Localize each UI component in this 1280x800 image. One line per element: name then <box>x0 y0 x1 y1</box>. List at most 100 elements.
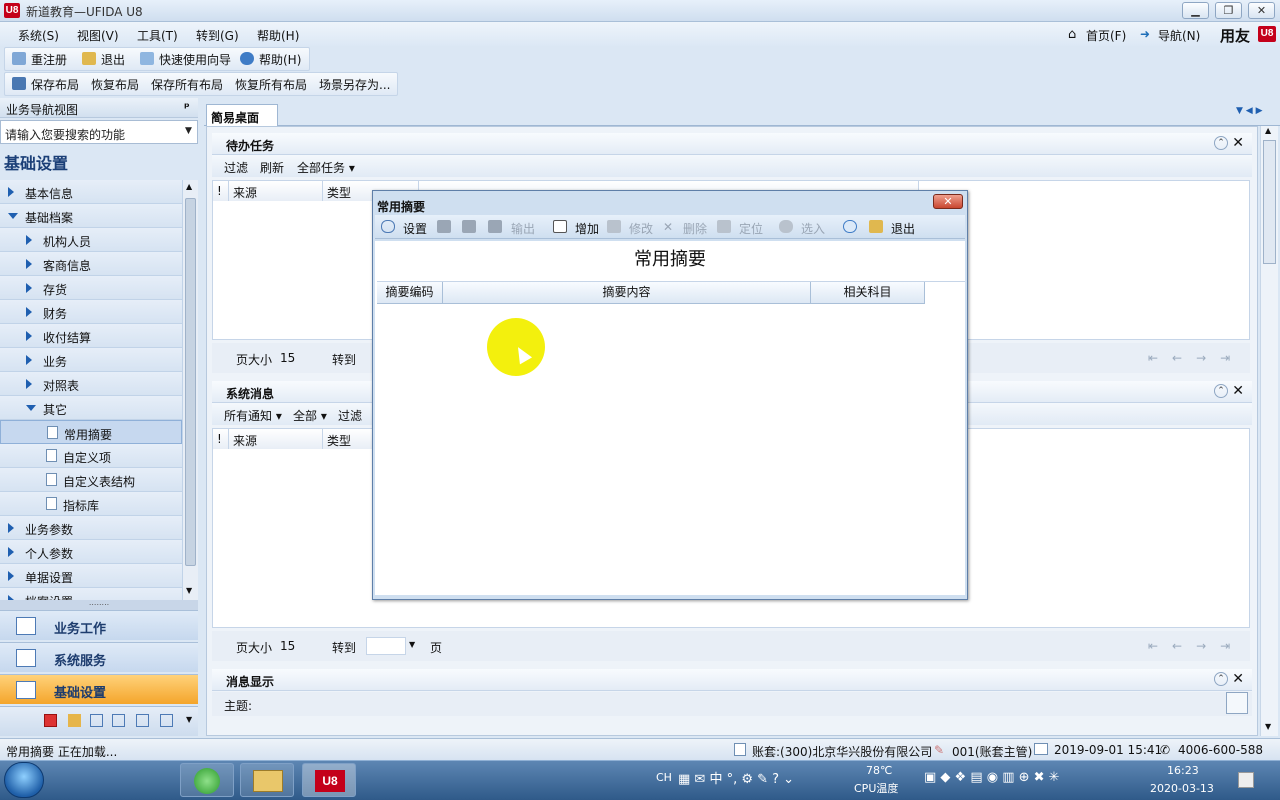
export-button[interactable]: 输出 <box>511 220 535 237</box>
col-source[interactable]: 来源 <box>229 429 323 449</box>
nav-tree-item[interactable]: 机构人员 <box>0 228 182 252</box>
nav-scroll-thumb[interactable] <box>185 198 196 566</box>
nav-tree-item[interactable]: 常用摘要 <box>0 420 182 444</box>
col-priority[interactable]: ! <box>213 429 229 449</box>
nav-tree-item[interactable]: 业务 <box>0 348 182 372</box>
select-in-button[interactable]: 选入 <box>801 220 825 237</box>
col-source[interactable]: 来源 <box>229 181 323 201</box>
edit-button[interactable]: 修改 <box>629 220 653 237</box>
collapsed-arrow-icon[interactable] <box>26 283 32 293</box>
relogin-button[interactable]: 重注册 <box>31 51 67 68</box>
taskbar-app-u8[interactable]: U8 <box>302 763 356 797</box>
nav-tree-item[interactable]: 自定义表结构 <box>0 468 182 492</box>
todo-filter-button[interactable]: 过滤 <box>224 159 248 176</box>
scroll-up-icon[interactable]: ▲ <box>186 182 192 191</box>
nav-tree-item[interactable]: 其它 <box>0 396 182 420</box>
tray-icons[interactable]: ▣ ◆ ❖ ▤ ◉ ▥ ⊕ ✖ ✳ <box>924 770 1060 785</box>
close-window-button[interactable]: ✕ <box>1248 2 1275 19</box>
menu-system[interactable]: 系统(S) <box>18 27 59 44</box>
sysmsg-filter-button[interactable]: 过滤 <box>338 407 362 424</box>
tab-list-icon[interactable]: ▼ ◀ ▶ <box>1236 106 1263 116</box>
shortcut-icon[interactable] <box>90 714 103 727</box>
locate-button[interactable]: 定位 <box>739 220 763 237</box>
menu-tools[interactable]: 工具(T) <box>137 27 178 44</box>
collapsed-arrow-icon[interactable] <box>26 331 32 341</box>
nav-system-service[interactable]: 系统服务 <box>0 642 198 672</box>
main-scroll-thumb[interactable] <box>1263 140 1276 264</box>
goto-page-select[interactable]: ▼ <box>366 637 415 655</box>
page-nav-icon[interactable]: ⇤←→⇥ <box>1148 639 1244 653</box>
scroll-down-icon[interactable]: ▼ <box>186 586 192 595</box>
nav-tree-item[interactable]: 基础档案 <box>0 204 182 228</box>
collapsed-arrow-icon[interactable] <box>26 307 32 317</box>
settings-icon[interactable] <box>1226 692 1248 714</box>
close-section-icon[interactable]: ✕ <box>1232 135 1244 151</box>
collapsed-arrow-icon[interactable] <box>8 571 14 581</box>
nav-tree-item[interactable]: 对照表 <box>0 372 182 396</box>
collapsed-arrow-icon[interactable] <box>8 547 14 557</box>
restore-button[interactable]: ❐ <box>1215 2 1242 19</box>
start-button[interactable] <box>4 762 44 798</box>
exit-button[interactable]: 退出 <box>101 51 125 68</box>
menu-view[interactable]: 视图(V) <box>77 27 119 44</box>
scroll-up-icon[interactable]: ▲ <box>1265 126 1271 135</box>
nav-tree-item[interactable]: 自定义项 <box>0 444 182 468</box>
page-nav-icon[interactable]: ⇤←→⇥ <box>1148 351 1244 365</box>
nav-scrollbar[interactable]: ▲ ▼ <box>182 180 198 600</box>
save-all-layouts-button[interactable]: 保存所有布局 <box>151 76 223 93</box>
tab-simple-desktop[interactable]: 简易桌面 ✕ <box>206 104 278 126</box>
expanded-arrow-icon[interactable] <box>8 213 18 219</box>
nav-tree-item[interactable]: 单据设置 <box>0 564 182 588</box>
navigate-link[interactable]: 导航(N) <box>1158 27 1200 44</box>
pin-icon[interactable]: ᵖ <box>184 100 190 114</box>
shortcut-icon[interactable] <box>136 714 149 727</box>
close-section-icon[interactable]: ✕ <box>1232 383 1244 399</box>
save-scene-as-button[interactable]: 场景另存为... <box>319 76 390 93</box>
todo-refresh-button[interactable]: 刷新 <box>260 159 284 176</box>
shortcut-icon[interactable] <box>112 714 125 727</box>
col-summary-content[interactable]: 摘要内容 <box>443 282 811 304</box>
dialog-close-button[interactable]: ✕ <box>933 194 963 209</box>
menu-goto[interactable]: 转到(G) <box>196 27 239 44</box>
action-center-icon[interactable] <box>1238 772 1254 788</box>
all-notices-dropdown[interactable]: 所有通知 ▾ <box>224 407 282 424</box>
dialog-exit-button[interactable]: 退出 <box>891 220 915 237</box>
input-language[interactable]: CH <box>656 771 672 784</box>
taskbar-app-browser[interactable] <box>180 763 234 797</box>
settings-button[interactable]: 设置 <box>403 220 427 237</box>
collapsed-arrow-icon[interactable] <box>26 379 32 389</box>
quick-wizard-button[interactable]: 快速使用向导 <box>159 51 231 68</box>
add-button[interactable]: 增加 <box>575 220 599 237</box>
scroll-down-icon[interactable]: ▼ <box>1265 722 1271 731</box>
nav-tree-item[interactable]: 财务 <box>0 300 182 324</box>
nav-tree-item[interactable]: 客商信息 <box>0 252 182 276</box>
nav-tree-item[interactable]: 个人参数 <box>0 540 182 564</box>
col-priority[interactable]: ! <box>213 181 229 201</box>
taskbar-app-explorer[interactable] <box>240 763 294 797</box>
print-icon[interactable] <box>437 220 451 233</box>
more-shortcuts-icon[interactable]: ▼ <box>186 715 192 724</box>
nav-tree-item[interactable]: 收付结算 <box>0 324 182 348</box>
help-icon[interactable] <box>843 220 857 233</box>
nav-tree-item[interactable]: 业务参数 <box>0 516 182 540</box>
tab-close-icon[interactable]: ✕ <box>211 109 221 123</box>
col-summary-code[interactable]: 摘要编码 <box>377 282 443 304</box>
minimize-button[interactable]: ▁ <box>1182 2 1209 19</box>
shortcut-icon[interactable] <box>160 714 173 727</box>
collapsed-arrow-icon[interactable] <box>26 259 32 269</box>
clock-date[interactable]: 2020-03-13 <box>1150 782 1214 795</box>
nav-tree-item[interactable]: 存货 <box>0 276 182 300</box>
close-section-icon[interactable]: ✕ <box>1232 671 1244 687</box>
delete-button[interactable]: 删除 <box>683 220 707 237</box>
nav-splitter[interactable]: ........ <box>0 599 198 610</box>
page-size-input[interactable]: 15 <box>280 639 295 653</box>
all-dropdown[interactable]: 全部 ▾ <box>293 407 327 424</box>
nav-tree-item[interactable]: 指标库 <box>0 492 182 516</box>
nav-business-work[interactable]: 业务工作 <box>0 610 198 640</box>
main-scrollbar[interactable]: ▲ ▼ <box>1260 126 1278 736</box>
page-size-input[interactable]: 15 <box>280 351 295 365</box>
collapse-icon[interactable]: ⌃ <box>1214 136 1228 150</box>
ime-icons[interactable]: ▦ ✉ 中 °, ⚙ ✎ ? ⌄ <box>678 768 794 787</box>
search-dropdown-icon[interactable]: ▼ <box>185 126 192 136</box>
help-button[interactable]: 帮助(H) <box>259 51 301 68</box>
